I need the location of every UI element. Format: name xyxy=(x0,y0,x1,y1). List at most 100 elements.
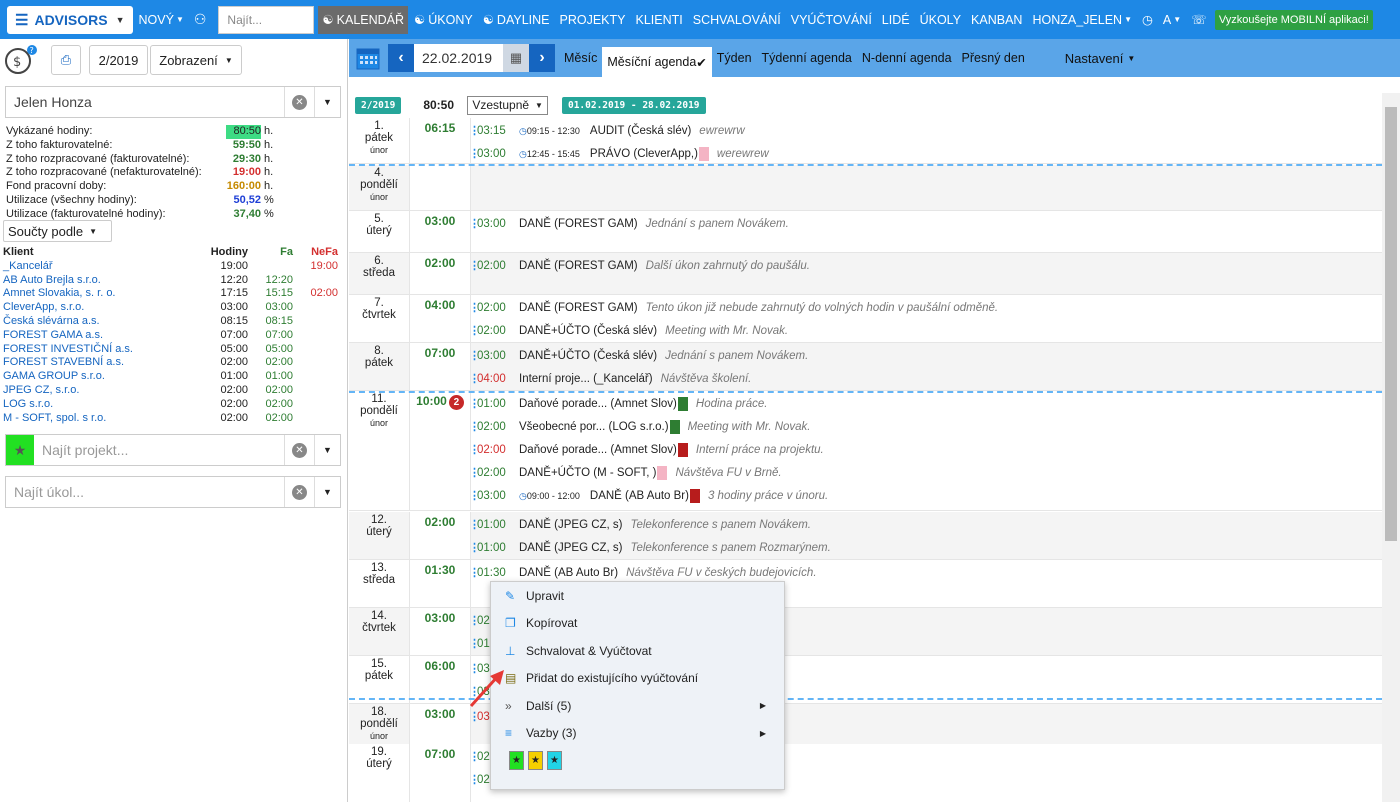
scrollbar[interactable] xyxy=(1382,93,1400,802)
nav-lide[interactable]: LIDÉ xyxy=(882,13,910,27)
drag-handle-icon[interactable]: ⋮ xyxy=(469,351,480,362)
nav-schvalovani[interactable]: SCHVALOVÁNÍ xyxy=(693,13,781,27)
new-menu[interactable]: NOVÝ ▼ xyxy=(139,13,184,27)
nav-dayline[interactable]: ☯ DAYLINE xyxy=(483,12,550,28)
print-button[interactable]: ⎙ xyxy=(51,45,81,75)
menu-dalsi[interactable]: » Další (5) ▶ xyxy=(491,692,784,720)
entry-row[interactable]: ⋮ 01:00 DANĚ (JPEG CZ, s) Telekonference s … xyxy=(469,515,811,535)
drag-handle-icon[interactable]: ⋮ xyxy=(469,543,480,554)
tab-mesicni-agenda[interactable]: Měsíční agenda ✔ xyxy=(602,47,712,77)
entry-row[interactable]: ⋮ 03:00 DANĚ+ÚČTO (Česká slév) Jednání s pa… xyxy=(469,346,808,366)
drag-handle-icon[interactable]: ⋮ xyxy=(469,491,480,502)
entry-row[interactable]: ⋮ 01:00 DANĚ (JPEG CZ, s) Telekonference s … xyxy=(469,538,831,558)
client-link[interactable]: Česká slévárna a.s. xyxy=(3,315,198,329)
entry-name[interactable]: DANĚ (FOREST GAM) xyxy=(519,302,638,314)
calendar-icon[interactable] xyxy=(354,44,382,72)
entry-row[interactable]: ⋮ 04:00 Interní proje... (_Kancelář) Návště… xyxy=(469,369,751,389)
app-menu-button[interactable]: ☰ ADVISORS ▼ xyxy=(7,5,133,34)
nav-kanban[interactable]: KANBAN xyxy=(971,13,1022,27)
entry-name[interactable]: DANĚ (AB Auto Br) xyxy=(590,490,689,502)
client-link[interactable]: JPEG CZ, s.r.o. xyxy=(3,384,198,398)
drag-handle-icon[interactable]: ⋮ xyxy=(469,374,480,385)
client-link[interactable]: CleverApp, s.r.o. xyxy=(3,301,198,315)
client-link[interactable]: AB Auto Brejla s.r.o. xyxy=(3,274,198,288)
entry-row[interactable]: ⋮ 02:00 Daňové porade... (Amnet Slov) Inter… xyxy=(469,440,824,460)
entry-row[interactable]: ⋮ 02:00 DANĚ (FOREST GAM) Další úkon zahrnu… xyxy=(469,256,810,276)
drag-handle-icon[interactable]: ⋮ xyxy=(469,445,480,456)
drag-handle-icon[interactable]: ⋮ xyxy=(469,752,480,763)
view-dropdown[interactable]: Zobrazení ▼ xyxy=(150,45,242,75)
entry-name[interactable]: Daňové porade... (Amnet Slov) xyxy=(519,444,677,456)
language-menu[interactable]: A ▼ xyxy=(1163,13,1181,27)
client-link[interactable]: FOREST INVESTIČNÍ a.s. xyxy=(3,343,198,357)
green-star-icon[interactable]: ★ xyxy=(509,751,524,770)
entry-name[interactable]: DANĚ (JPEG CZ, s) xyxy=(519,542,623,554)
mobile-app-button[interactable]: Vyzkoušejte MOBILNÍ aplikaci! xyxy=(1214,9,1373,30)
drag-handle-icon[interactable]: ⋮ xyxy=(469,149,480,160)
menu-vazby[interactable]: ≡ Vazby (3) ▶ xyxy=(491,720,784,748)
menu-kopirovat[interactable]: ❐ Kopírovat xyxy=(491,610,784,638)
tab-presny-den[interactable]: Přesný den xyxy=(957,39,1030,77)
tab-mesic[interactable]: Měsíc xyxy=(559,39,602,77)
drag-handle-icon[interactable]: ⋮ xyxy=(469,568,480,579)
entry-name[interactable]: DANĚ+ÚČTO (Česká slév) xyxy=(519,325,657,337)
drag-handle-icon[interactable]: ⋮ xyxy=(469,399,480,410)
tab-n-denni-agenda[interactable]: N-denní agenda xyxy=(857,39,957,77)
user-menu[interactable]: HONZA_JELEN ▼ xyxy=(1032,13,1132,27)
timesheet-clock-icon[interactable]: $? xyxy=(3,44,37,76)
entry-row[interactable]: ⋮ 01:30 DANĚ (AB Auto Br) Návštěva FU v čes… xyxy=(469,563,817,583)
drag-handle-icon[interactable]: ⋮ xyxy=(469,616,480,627)
entry-name[interactable]: DANĚ (JPEG CZ, s) xyxy=(519,519,623,531)
menu-upravit[interactable]: ✎ Upravit xyxy=(491,582,784,610)
global-search-input[interactable]: Najít... xyxy=(218,5,315,34)
entry-name[interactable]: PRÁVO (CleverApp,) xyxy=(590,148,698,160)
drag-handle-icon[interactable]: ⋮ xyxy=(469,303,480,314)
yellow-star-icon[interactable]: ★ xyxy=(528,751,543,770)
client-link[interactable]: Amnet Slovakia, s. r. o. xyxy=(3,287,198,301)
notification-badge[interactable]: 2 xyxy=(448,395,464,410)
entry-name[interactable]: Daňové porade... (Amnet Slov) xyxy=(519,398,677,410)
drag-handle-icon[interactable]: ⋮ xyxy=(469,422,480,433)
drag-handle-icon[interactable]: ⋮ xyxy=(469,712,480,723)
menu-schvalovat[interactable]: ⊥ Schvalovat & Vyúčtovat xyxy=(491,637,784,665)
entry-row[interactable]: ⋮ 02:00 DANĚ (FOREST GAM) Tento úkon již ne… xyxy=(469,298,998,318)
client-link[interactable]: GAMA GROUP s.r.o. xyxy=(3,370,198,384)
entry-name[interactable]: DANĚ (AB Auto Br) xyxy=(519,567,618,579)
sums-by-dropdown[interactable]: Součty podle ▼ xyxy=(3,220,112,242)
tab-tyden[interactable]: Týden xyxy=(712,39,757,77)
client-link[interactable]: M - SOFT, spol. s r.o. xyxy=(3,412,198,426)
user-select[interactable]: Jelen Honza ✕ ▼ xyxy=(5,86,341,118)
drag-handle-icon[interactable]: ⋮ xyxy=(469,775,480,786)
cyan-star-icon[interactable]: ★ xyxy=(547,751,562,770)
nav-klienti[interactable]: KLIENTI xyxy=(636,13,683,27)
entry-name[interactable]: Všeobecné por... (LOG s.r.o.) xyxy=(519,421,669,433)
nav-ukoly[interactable]: ÚKOLY xyxy=(920,13,961,27)
chevron-down-icon[interactable]: ▼ xyxy=(314,477,340,507)
entry-name[interactable]: DANĚ (FOREST GAM) xyxy=(519,260,638,272)
scrollbar-thumb[interactable] xyxy=(1385,107,1397,541)
sort-select[interactable]: Vzestupně ▼ xyxy=(467,95,548,115)
entry-name[interactable]: AUDIT (Česká slév) xyxy=(590,125,691,137)
drag-handle-icon[interactable]: ⋮ xyxy=(469,261,480,272)
clock-icon[interactable]: ◷ xyxy=(1142,12,1153,27)
next-button[interactable]: › xyxy=(529,44,555,72)
drag-handle-icon[interactable]: ⋮ xyxy=(469,468,480,479)
clear-task-icon[interactable]: ✕ xyxy=(284,477,314,507)
drag-handle-icon[interactable]: ⋮ xyxy=(469,639,480,650)
nav-ukony[interactable]: ☯ ÚKONY xyxy=(414,12,473,28)
prev-button[interactable]: ‹ xyxy=(388,44,414,72)
entry-row[interactable]: ⋮ 02:00 Všeobecné por... (LOG s.r.o.) Meeti… xyxy=(469,417,811,437)
drag-handle-icon[interactable]: ⋮ xyxy=(469,520,480,531)
client-link[interactable]: FOREST STAVEBNÍ a.s. xyxy=(3,356,198,370)
drag-handle-icon[interactable]: ⋮ xyxy=(469,126,480,137)
entry-name[interactable]: DANĚ+ÚČTO (M - SOFT, ) xyxy=(519,467,656,479)
nav-kalendar[interactable]: ☯ KALENDÁŘ xyxy=(318,5,409,34)
entry-row[interactable]: ⋮ 03:15 ◷09:15 - 12:30 AUDIT (Česká slév) ew… xyxy=(469,121,745,141)
chevron-down-icon[interactable]: ▼ xyxy=(314,87,340,117)
entry-row[interactable]: ⋮ 02:00 DANĚ+ÚČTO (M - SOFT, ) Návštěva FU … xyxy=(469,463,782,483)
datepicker-icon[interactable]: ▦ xyxy=(503,44,529,72)
entry-row[interactable]: ⋮ 03:00 ◷12:45 - 15:45 PRÁVO (CleverApp,) we… xyxy=(469,144,769,164)
star-icon[interactable]: ★ xyxy=(6,435,34,465)
period-button[interactable]: 2/2019 xyxy=(89,45,148,75)
entry-name[interactable]: DANĚ (FOREST GAM) xyxy=(519,218,638,230)
